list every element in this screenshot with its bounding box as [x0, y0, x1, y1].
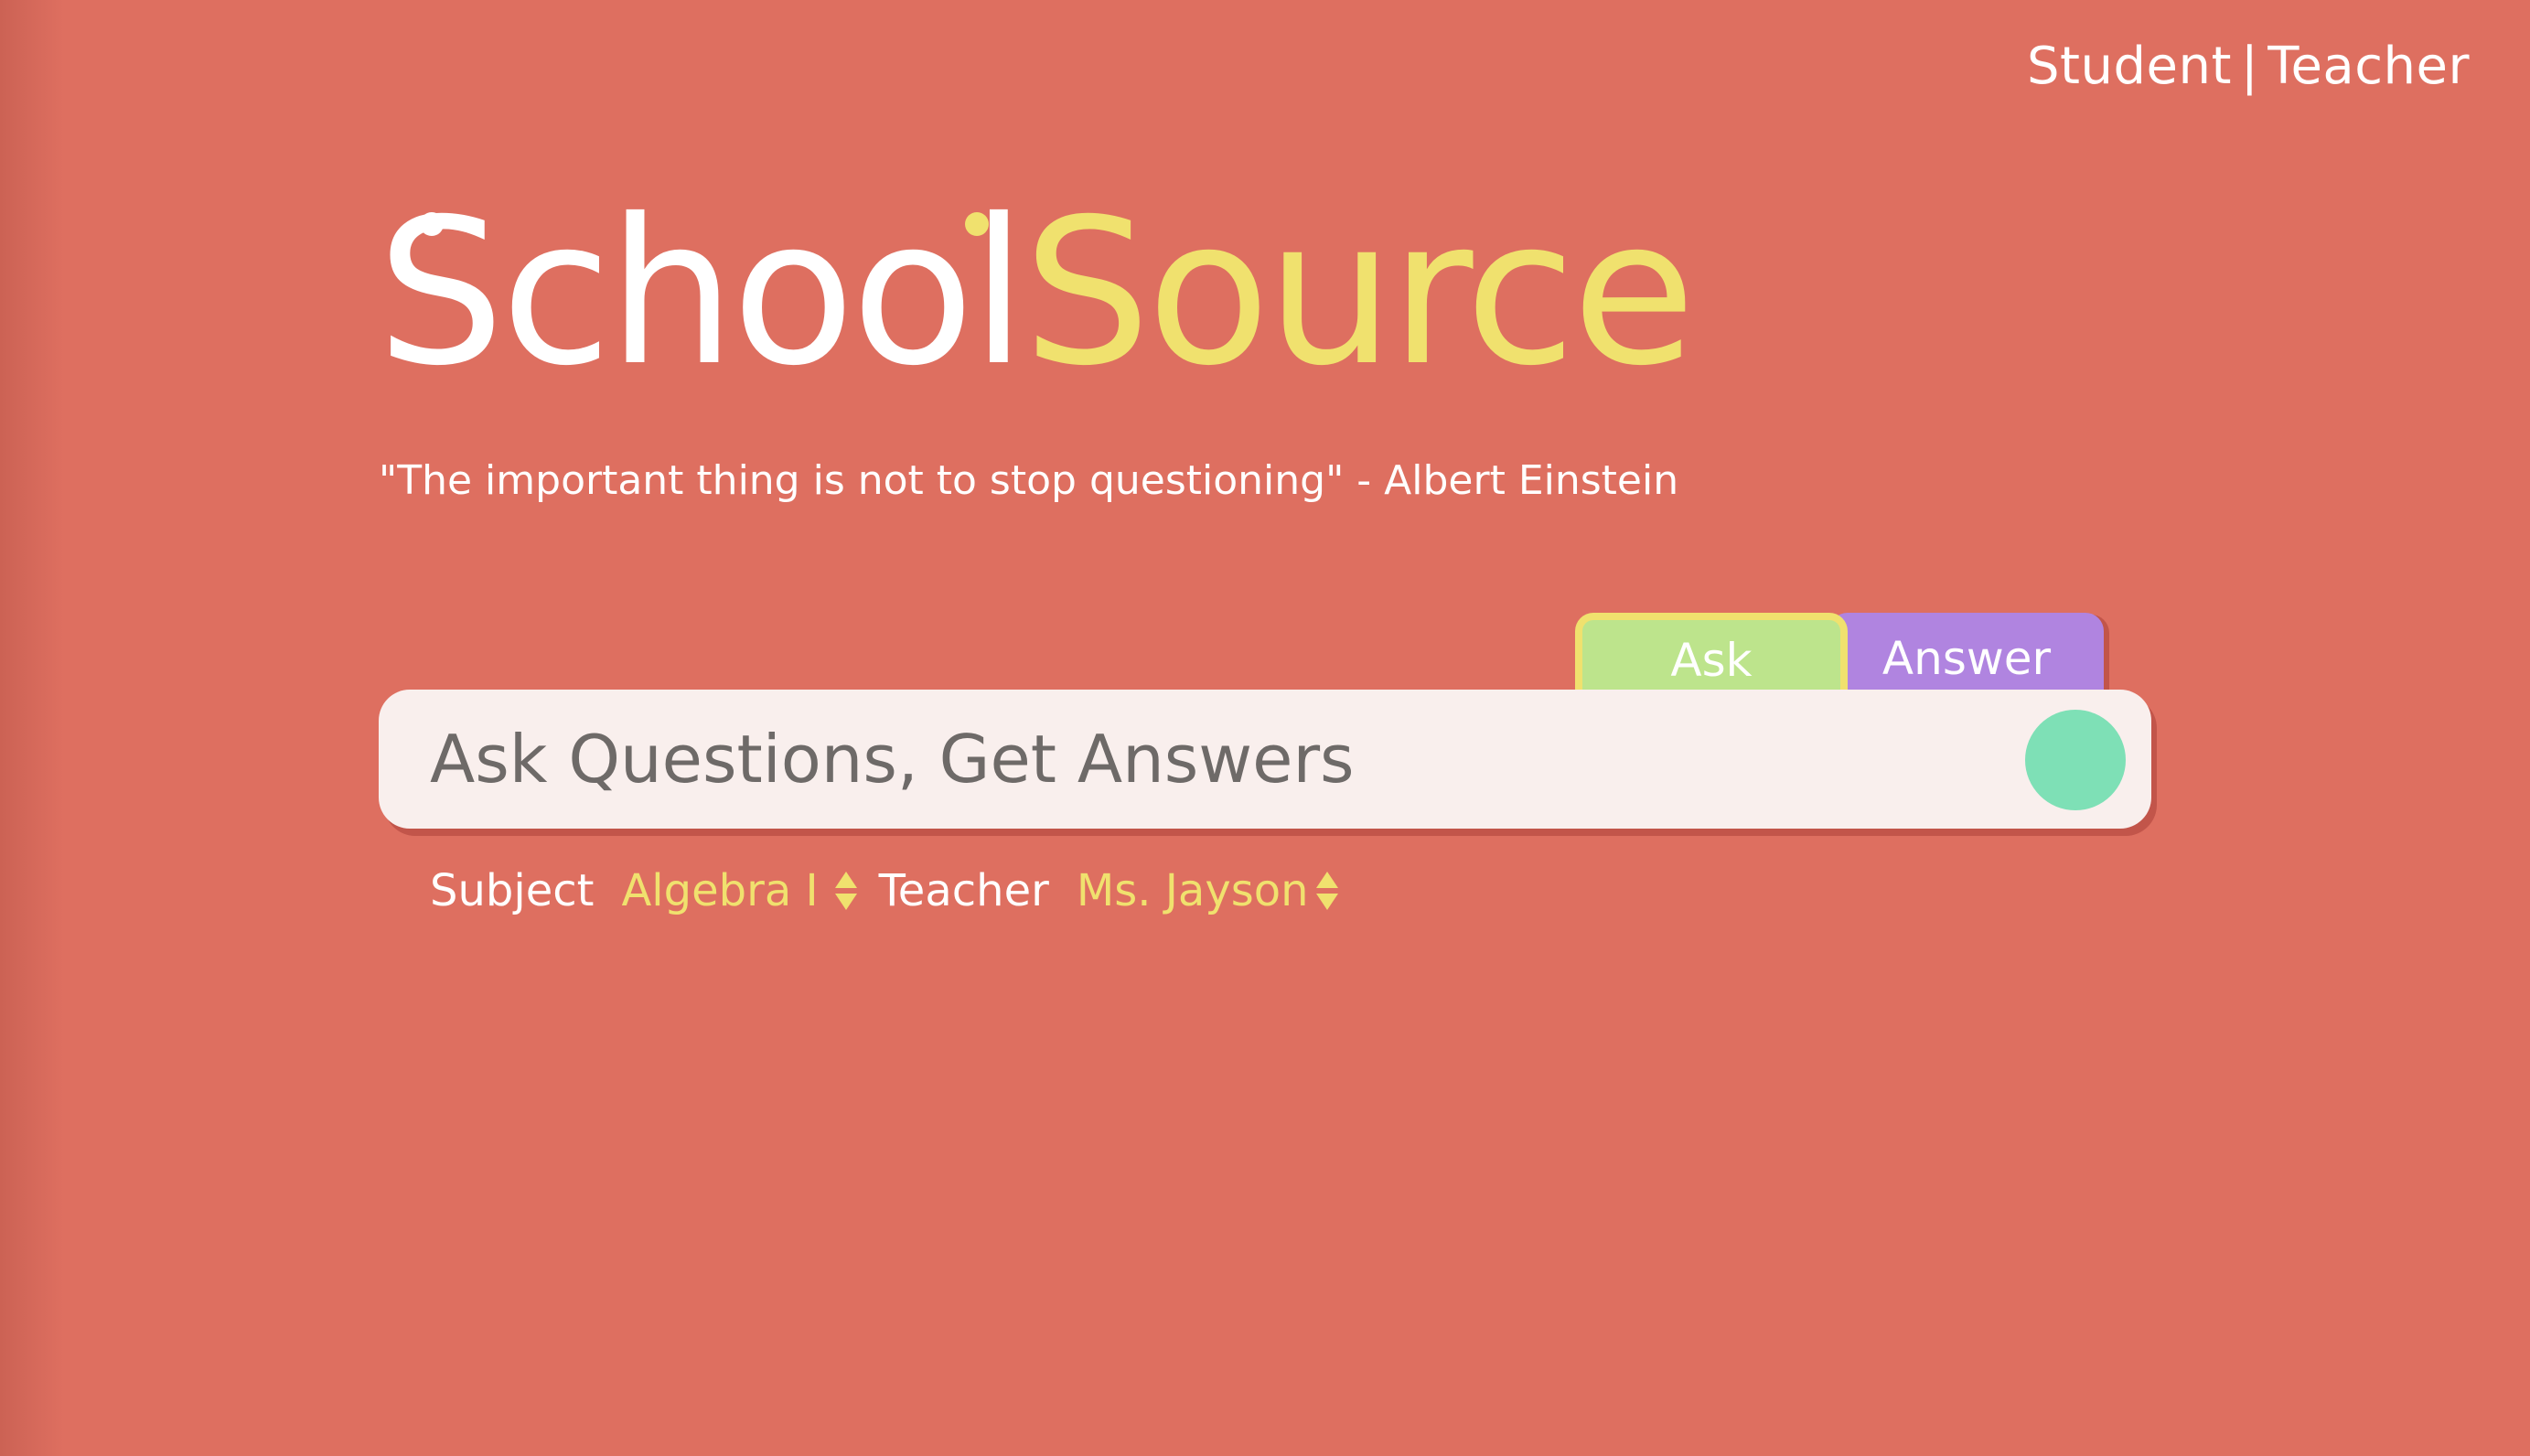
logo: SchoolSource: [377, 192, 1696, 393]
subject-stepper-icon[interactable]: [834, 872, 857, 910]
subject-select[interactable]: Algebra I: [621, 865, 818, 916]
left-edge-shadow: [0, 0, 64, 1456]
tagline-quote: "The important thing is not to stop ques…: [379, 457, 1679, 504]
tab-ask[interactable]: Ask: [1575, 613, 1848, 695]
submit-button[interactable]: [2025, 710, 2126, 810]
caret-down-icon: [834, 894, 857, 910]
teacher-link[interactable]: Teacher: [2267, 37, 2470, 96]
caret-down-icon: [1315, 894, 1338, 910]
caret-up-icon: [834, 872, 857, 888]
logo-dot-white: [420, 212, 444, 236]
caret-up-icon: [1315, 872, 1338, 888]
teacher-label: Teacher: [878, 865, 1049, 916]
subject-label: Subject: [430, 865, 595, 916]
role-separator: |: [2240, 37, 2259, 96]
logo-school: School: [377, 176, 1026, 410]
tab-answer[interactable]: Answer: [1829, 613, 2104, 695]
student-link[interactable]: Student: [2027, 37, 2232, 96]
search-input[interactable]: [430, 713, 1985, 805]
logo-source: Source: [1023, 176, 1696, 410]
filter-bar: Subject Algebra I Teacher Ms. Jayson: [430, 863, 1338, 918]
role-switcher: Student | Teacher: [2027, 37, 2470, 96]
logo-dot-yellow: [965, 212, 989, 236]
teacher-stepper-icon[interactable]: [1315, 872, 1338, 910]
teacher-select[interactable]: Ms. Jayson: [1077, 865, 1309, 916]
search-bar: [379, 690, 2151, 829]
